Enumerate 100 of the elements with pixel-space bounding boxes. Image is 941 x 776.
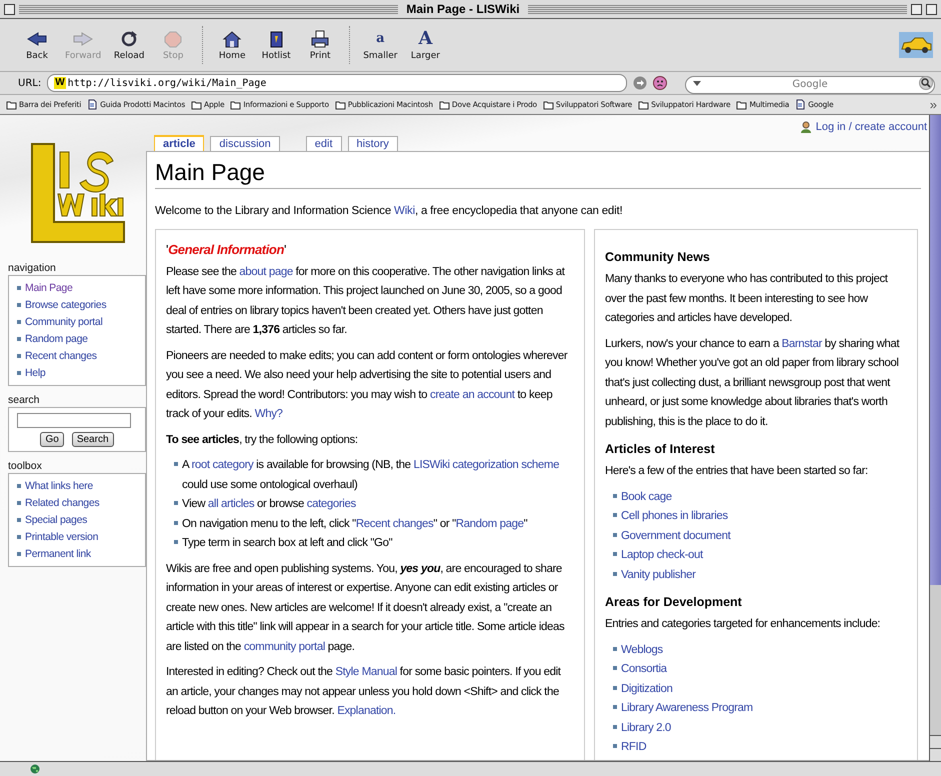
bullet-icon [613, 572, 617, 576]
list-link[interactable]: Library 2.0 [621, 718, 671, 738]
print-button[interactable]: Print [301, 28, 340, 62]
text-link[interactable]: Barnstar [782, 338, 822, 350]
search-field[interactable]: Google [685, 76, 935, 94]
text-link[interactable]: all articles [208, 498, 254, 510]
bullet-icon [17, 320, 21, 324]
folder-icon [191, 99, 202, 110]
portlet-heading: search [8, 393, 41, 407]
paragraph: Many thanks to everyone who has contributed to this project over the past few months. It been interesting to see how categories and articles have developed. [605, 272, 889, 326]
text-link[interactable]: about page [239, 266, 293, 278]
folder-icon [6, 99, 17, 110]
list-link[interactable]: Laptop check-out [621, 546, 703, 566]
nav-link[interactable]: Permanent link [25, 548, 91, 560]
paragraph: Here's a few of the entries that have been started so far: [605, 464, 869, 479]
list-link[interactable]: Library Awareness Program [621, 699, 753, 718]
document-icon [795, 99, 806, 110]
home-button[interactable]: Home [213, 28, 252, 62]
folder-icon [638, 99, 650, 110]
search-input[interactable] [17, 413, 131, 428]
hotlist-button[interactable]: Hotlist [257, 28, 296, 62]
paragraph: Entries and categories targeted for enhancements include: [605, 617, 882, 632]
nav-link[interactable]: Printable version [25, 530, 98, 542]
portlet-heading: toolbox [8, 459, 43, 473]
login-link[interactable]: Log in / create account [816, 121, 927, 133]
page-tab[interactable]: article [154, 135, 204, 151]
bullet-icon [174, 501, 178, 505]
bullet-icon [17, 336, 21, 340]
bullet-icon [613, 705, 617, 709]
intro-text: Welcome to the Library and Information Science Wiki, a free encyclopedia that anyone can edit! [155, 205, 624, 217]
zoom-box[interactable] [911, 4, 922, 14]
arrow-right-icon [72, 30, 94, 48]
text-link[interactable]: Explanation. [337, 705, 396, 717]
list-link[interactable]: Cell phones in libraries [621, 507, 728, 526]
more-bookmarks-button[interactable]: » [926, 97, 937, 112]
close-box[interactable] [4, 4, 15, 14]
nav-link[interactable]: Main Page [25, 282, 72, 294]
printer-icon [309, 30, 332, 48]
text-link[interactable]: Recent changes [356, 518, 434, 530]
text-link[interactable]: Wiki [394, 205, 415, 217]
nav-link[interactable]: Related changes [25, 496, 100, 508]
section-heading: Areas for Development [605, 594, 743, 611]
nav-link[interactable]: What links here [25, 480, 93, 492]
text-link[interactable]: create an account [430, 388, 515, 400]
collapse-box[interactable] [926, 4, 937, 14]
text-link[interactable]: root category [191, 459, 254, 471]
list-link[interactable]: Weblogs [621, 640, 663, 660]
search-button[interactable]: Search [72, 432, 114, 447]
bullet-icon [613, 513, 617, 517]
scrollbar[interactable] [929, 115, 941, 761]
scroll-thumb[interactable] [930, 115, 941, 585]
nav-link[interactable]: Help [25, 366, 46, 378]
nav-link[interactable]: Recent changes [25, 350, 97, 362]
bullet-icon [174, 462, 178, 466]
paragraph: Pioneers are needed to make edits; you can add content or form ontologies wherever you see a need. We also need your help advertising the site to potential users and editors. Spread the word! Contributors: you may wish to create an account to keep track of your edits. Why? [166, 348, 568, 422]
paragraph: Please see the about page for more on this cooperative. The other navigation links at left have some more information. This project launched on June 30, 2005, so a good deal of entries on library topics haven't been created yet. Others have just gotten started. There are 1,376 articles so far. [166, 264, 566, 338]
text-link[interactable]: Why? [254, 408, 283, 420]
list-item-text: Type term in search box at left and click "Go" [182, 536, 394, 551]
list-link[interactable]: Vanity publisher [621, 566, 696, 585]
list-link[interactable]: Government document [621, 526, 730, 546]
list-link[interactable]: Book cage [621, 488, 672, 507]
reload-button[interactable]: Reload [110, 28, 148, 62]
nav-link[interactable]: Browse categories [25, 298, 106, 310]
site-favicon: W [54, 77, 66, 89]
text-link[interactable]: Style Manual [335, 666, 398, 678]
text-link[interactable]: categories [306, 498, 356, 510]
section-heading: Community News [605, 249, 711, 266]
user-icon [800, 121, 812, 133]
list-item-text: A root category is available for browsing (NB, the LISWiki categorization scheme could use some ontological overhaul) [182, 458, 560, 492]
text-link[interactable]: community portal [244, 640, 325, 652]
bullet-icon [17, 370, 21, 374]
stop-sign-icon [162, 30, 184, 48]
bullet-icon [613, 532, 617, 536]
bullet-icon [17, 552, 21, 556]
nav-link[interactable]: Special pages [25, 514, 88, 526]
list-link[interactable]: RFID [621, 738, 646, 758]
page-tab[interactable]: history [348, 136, 398, 151]
bullet-icon [17, 518, 21, 522]
nav-link[interactable]: Random page [25, 332, 88, 344]
page-tab[interactable]: discussion [210, 136, 280, 151]
list-link[interactable]: Consortia [621, 660, 667, 680]
go-button[interactable]: Go [40, 432, 64, 447]
nav-link[interactable]: Community portal [25, 316, 102, 328]
page-tab[interactable]: edit [306, 136, 342, 151]
list-item-text: On navigation menu to the left, click "Recent changes" or "Random page" [182, 516, 528, 532]
globe-icon [30, 764, 40, 774]
address-field[interactable]: W http://lisviki.org/wiki/Main_Page [47, 74, 627, 92]
folder-icon [334, 99, 346, 110]
smaller-text-button[interactable]: a Smaller [360, 28, 400, 62]
bullet-icon [174, 540, 178, 544]
paragraph: Lurkers, now's your chance to earn a Barnstar by sharing what you know! Whether you've got an old paper from library school that's just collecting dust, a brilliant newsgroup post that went unheard, or just some knowledge about libraries that's worth publishing, this is the place to do it. [605, 336, 900, 430]
house-icon [221, 30, 244, 48]
document-icon [87, 99, 98, 110]
text-link[interactable]: Random page [456, 518, 524, 530]
back-button[interactable]: Back [18, 28, 56, 62]
bullet-icon [613, 686, 617, 690]
sad-face-icon [653, 76, 667, 90]
larger-text-button[interactable]: A Larger [406, 28, 444, 62]
list-link[interactable]: Digitization [621, 680, 672, 699]
text-link[interactable]: LISWiki categorization scheme [413, 459, 560, 471]
